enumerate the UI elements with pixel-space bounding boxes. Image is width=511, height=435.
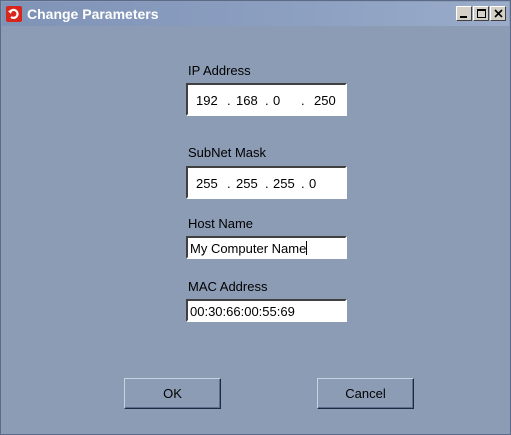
text-cursor — [306, 241, 308, 255]
mac-address-label: MAC Address — [188, 279, 268, 294]
mac-address-value: 00:30:66:00:55:69 — [190, 304, 295, 319]
change-parameters-dialog: Change Parameters IP Address 192 . 168 .… — [0, 0, 511, 435]
ip-address-field[interactable]: 192 . 168 . 0 . 250 — [186, 83, 347, 116]
ip-octet-1: 192 — [196, 93, 218, 108]
ip-octet-3: 0 — [273, 93, 281, 108]
subnet-mask-field[interactable]: 255 . 255 . 255 . 0 — [186, 166, 347, 199]
subnet-octet-1: 255 — [196, 176, 218, 191]
maximize-icon[interactable] — [473, 6, 489, 21]
close-icon[interactable] — [490, 6, 506, 21]
app-icon — [6, 6, 22, 22]
ip-address-label: IP Address — [188, 63, 251, 78]
subnet-octet-3: 255 — [273, 176, 295, 191]
host-name-input[interactable]: My Computer Name — [186, 236, 347, 259]
window-title: Change Parameters — [27, 6, 159, 22]
host-name-label: Host Name — [188, 216, 254, 231]
window-controls — [456, 6, 506, 21]
subnet-dot-2: . — [265, 176, 269, 191]
ok-button[interactable]: OK — [124, 378, 221, 409]
minimize-icon[interactable] — [456, 6, 472, 21]
subnet-mask-label: SubNet Mask — [188, 145, 267, 160]
ip-dot-3: . — [301, 93, 305, 108]
subnet-dot-1: . — [227, 176, 231, 191]
ip-dot-1: . — [227, 93, 231, 108]
ip-octet-2: 168 — [236, 93, 258, 108]
cancel-button[interactable]: Cancel — [317, 378, 414, 409]
subnet-octet-4: 0 — [309, 176, 317, 191]
title-bar[interactable]: Change Parameters — [2, 2, 509, 26]
host-name-value: My Computer Name — [190, 241, 307, 256]
mac-address-input[interactable]: 00:30:66:00:55:69 — [186, 299, 347, 322]
subnet-octet-2: 255 — [236, 176, 258, 191]
subnet-dot-3: . — [301, 176, 305, 191]
ip-dot-2: . — [265, 93, 269, 108]
ip-octet-4: 250 — [314, 93, 336, 108]
